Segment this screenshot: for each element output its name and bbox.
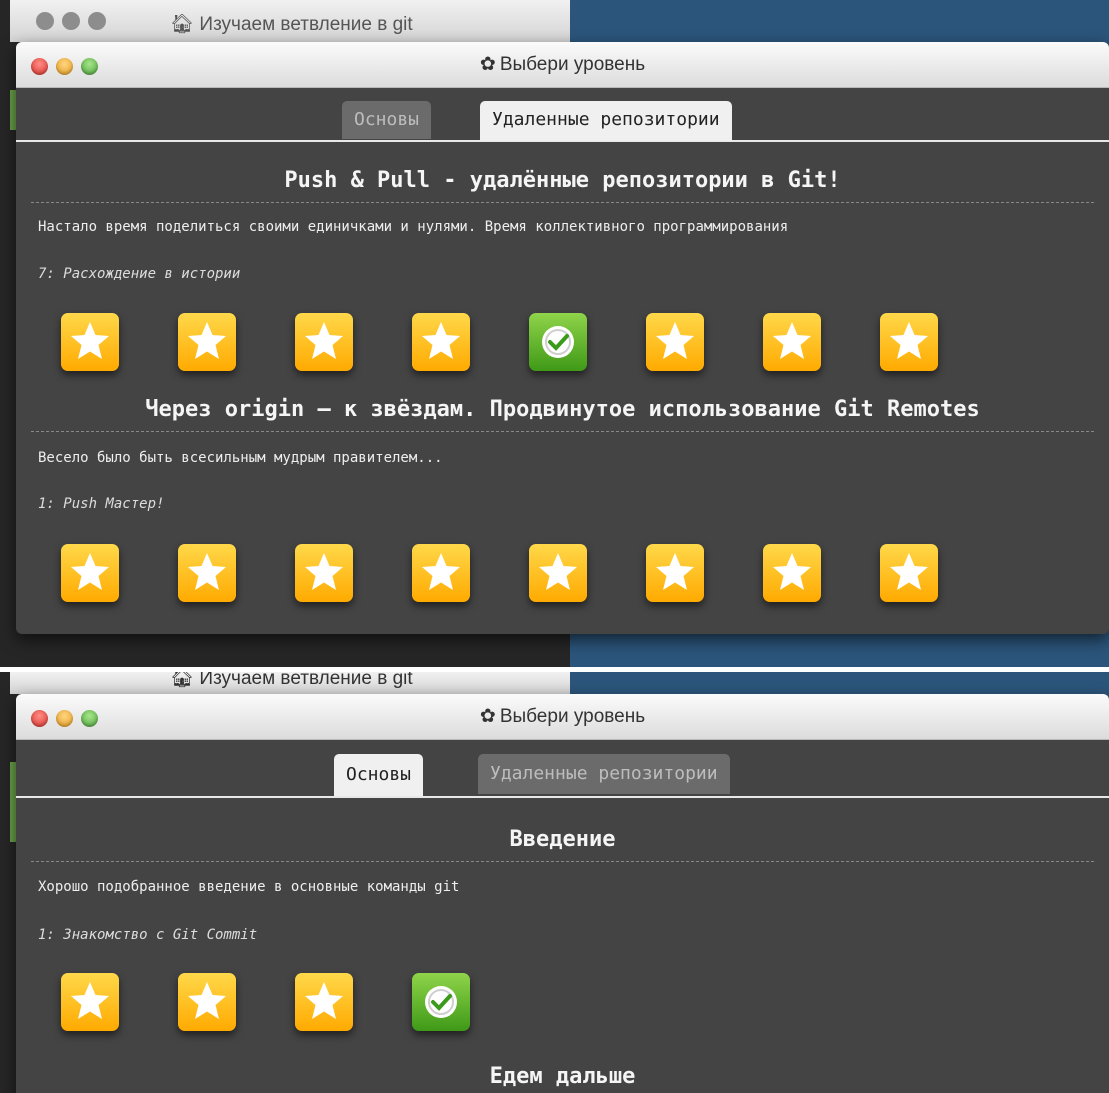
level-button-1[interactable]: [61, 313, 119, 371]
level-button-3[interactable]: [295, 313, 353, 371]
background-window-controls: [36, 12, 106, 30]
selected-level-name: 1: Push Мастер!: [38, 496, 165, 512]
tab-remote[interactable]: Удаленные репозитории: [478, 754, 730, 794]
star-icon: [422, 322, 460, 359]
star-icon: [71, 982, 109, 1019]
checkmark-icon: [542, 326, 574, 358]
screenshot-remote-tab: 🏠︎ Изучаем ветвление в git ✿ Выбери урове…: [0, 0, 1109, 667]
star-icon: [773, 322, 811, 359]
background-window-titlebar: 🏠︎ Изучаем ветвление в git: [10, 0, 570, 42]
level-button-2[interactable]: [178, 544, 236, 602]
selected-level-name: 7: Расхождение в истории: [38, 266, 241, 282]
background-window-title: 🏠︎ Изучаем ветвление в git: [170, 672, 413, 690]
star-icon: [188, 553, 226, 590]
star-icon: [422, 553, 460, 590]
app-title: Изучаем ветвление в git: [199, 672, 413, 689]
selected-level-name: 1: Знакомство с Git Commit: [38, 927, 258, 943]
level-button-4[interactable]: [412, 313, 470, 371]
star-icon: [656, 553, 694, 590]
divider: [31, 861, 1094, 862]
level-button-3[interactable]: [295, 973, 353, 1031]
star-icon: [188, 982, 226, 1019]
star-icon: [539, 553, 577, 590]
sequence-title: Push & Pull - удалённые репозитории в Gi…: [284, 168, 841, 193]
tab-remote[interactable]: Удаленные репозитории: [480, 101, 732, 141]
gear-icon: ✿: [479, 706, 496, 727]
dialog-titlebar: ✿ Выбери уровень: [16, 694, 1109, 740]
star-icon: [656, 322, 694, 359]
background-window-titlebar: 🏠︎ Изучаем ветвление в git: [10, 672, 570, 694]
level-button-8[interactable]: [880, 544, 938, 602]
level-dialog: ✿ Выбери уровень Основы Удаленные репозит…: [16, 42, 1109, 634]
star-icon: [71, 322, 109, 359]
level-button-6[interactable]: [646, 544, 704, 602]
star-icon: [890, 322, 928, 359]
level-button-4[interactable]: [412, 973, 470, 1031]
tab-bar: Основы Удаленные репозитории: [16, 88, 1109, 142]
star-icon: [890, 553, 928, 590]
tab-basics[interactable]: Основы: [342, 101, 432, 139]
level-row: [61, 973, 470, 1031]
divider: [31, 202, 1094, 203]
level-button-1[interactable]: [61, 544, 119, 602]
home-icon: 🏠︎: [170, 14, 195, 35]
star-icon: [71, 553, 109, 590]
level-button-6[interactable]: [646, 313, 704, 371]
star-icon: [305, 553, 343, 590]
star-icon: [773, 553, 811, 590]
tab-basics[interactable]: Основы: [334, 754, 424, 796]
dialog-titlebar: ✿ Выбери уровень: [16, 42, 1109, 88]
level-button-8[interactable]: [880, 313, 938, 371]
divider: [31, 431, 1094, 432]
level-button-5[interactable]: [529, 313, 587, 371]
star-icon: [188, 322, 226, 359]
level-button-7[interactable]: [763, 313, 821, 371]
level-dialog: ✿ Выбери уровень Основы Удаленные репозит…: [16, 694, 1109, 1093]
dialog-title-text: Выбери уровень: [499, 54, 646, 75]
dialog-title: ✿ Выбери уровень: [16, 53, 1109, 76]
sequence-title: Введение: [509, 827, 616, 852]
background-window-title: 🏠︎ Изучаем ветвление в git: [170, 12, 413, 36]
sequence-title: Через origin – к звёздам. Продвинутое ис…: [145, 397, 980, 422]
level-button-2[interactable]: [178, 313, 236, 371]
gear-icon: ✿: [479, 54, 496, 75]
level-button-7[interactable]: [763, 544, 821, 602]
sequence-description: Весело было быть всесильным мудрым прави…: [38, 450, 443, 466]
home-icon: 🏠︎: [170, 672, 195, 689]
level-button-5[interactable]: [529, 544, 587, 602]
sequence-description: Хорошо подобранное введение в основные к…: [38, 879, 460, 895]
level-row: [61, 313, 938, 371]
dialog-title-text: Выбери уровень: [499, 706, 646, 727]
level-row: [61, 544, 938, 602]
level-button-4[interactable]: [412, 544, 470, 602]
tab-bar: Основы Удаленные репозитории: [16, 740, 1109, 798]
sequence-description: Настало время поделиться своими единичка…: [38, 219, 789, 235]
level-button-1[interactable]: [61, 973, 119, 1031]
app-title: Изучаем ветвление в git: [199, 14, 413, 35]
level-button-3[interactable]: [295, 544, 353, 602]
screenshot-basics-tab: 🏠︎ Изучаем ветвление в git ✿ Выбери урове…: [0, 672, 1109, 1093]
level-button-2[interactable]: [178, 973, 236, 1031]
star-icon: [305, 982, 343, 1019]
sequence-title: Едем дальше: [489, 1064, 636, 1089]
checkmark-icon: [425, 986, 457, 1018]
star-icon: [305, 322, 343, 359]
dialog-title: ✿ Выбери уровень: [16, 705, 1109, 728]
